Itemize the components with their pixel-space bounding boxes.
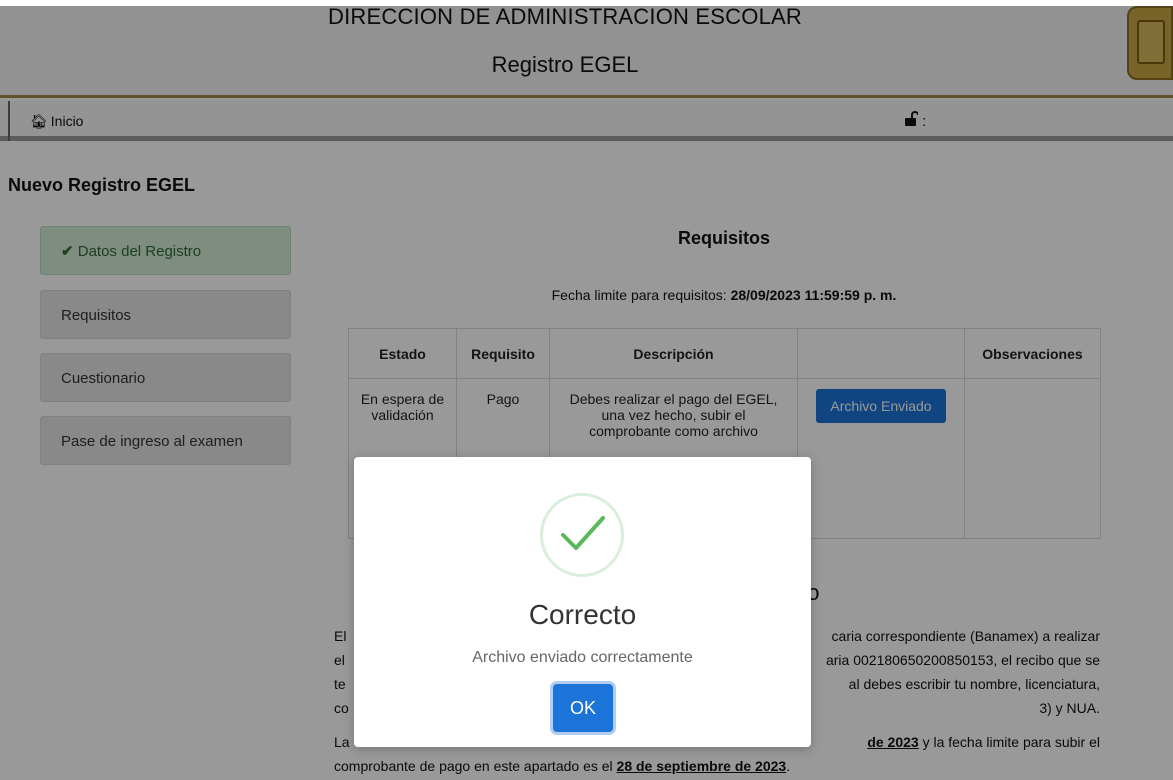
ok-button[interactable]: OK — [553, 684, 613, 732]
dialog-title: Correcto — [528, 599, 637, 630]
success-check-icon — [540, 493, 624, 577]
dialog-message: Archivo enviado correctamente — [472, 649, 693, 666]
success-dialog: Correcto Archivo enviado correctamente O… — [354, 457, 811, 747]
